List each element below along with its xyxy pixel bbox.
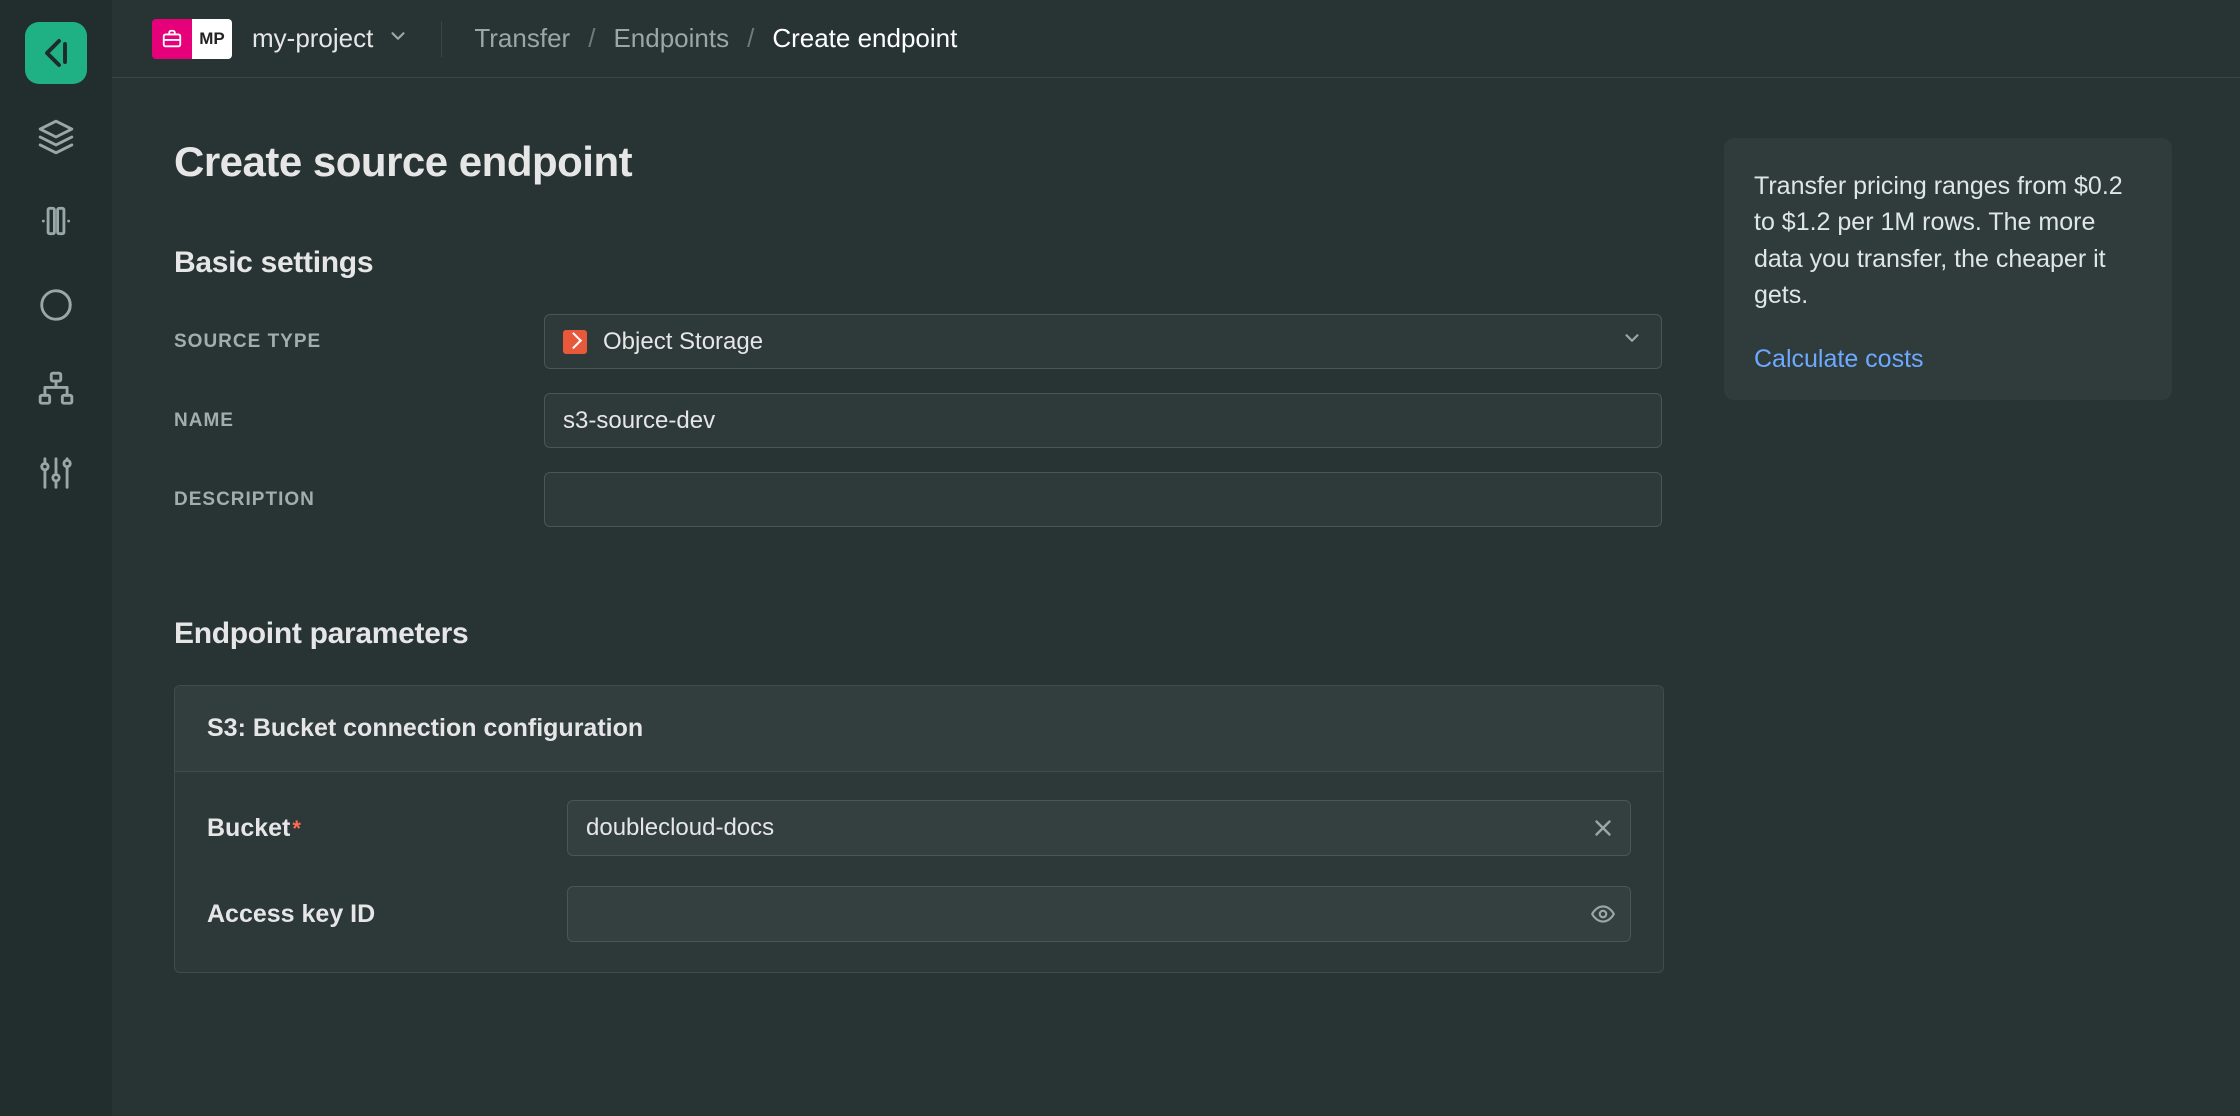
breadcrumb-separator: / — [588, 23, 595, 54]
calculate-costs-link[interactable]: Calculate costs — [1754, 345, 1924, 373]
sidebar-item-transfer[interactable] — [25, 274, 87, 336]
project-name: my-project — [252, 23, 373, 54]
sidebar-item-visualization[interactable] — [25, 190, 87, 252]
bucket-input[interactable] — [567, 800, 1631, 856]
sidebar-item-settings[interactable] — [25, 442, 87, 504]
endpoint-params-heading: Endpoint parameters — [174, 617, 1664, 651]
access-key-input[interactable] — [567, 886, 1631, 942]
breadcrumbs: Transfer / Endpoints / Create endpoint — [474, 23, 957, 54]
basic-settings-heading: Basic settings — [174, 246, 1664, 280]
page-title: Create source endpoint — [174, 138, 1664, 186]
clear-input-button[interactable] — [1589, 814, 1617, 842]
chevron-down-icon — [387, 23, 409, 54]
chevron-down-icon — [1621, 327, 1643, 356]
sidebar — [0, 0, 112, 1116]
breadcrumb-current: Create endpoint — [772, 23, 957, 54]
divider — [441, 21, 442, 57]
toggle-visibility-button[interactable] — [1589, 900, 1617, 928]
project-badge: MP — [152, 19, 232, 59]
name-label: Name — [174, 410, 544, 432]
breadcrumb-transfer[interactable]: Transfer — [474, 23, 570, 54]
briefcase-icon — [152, 19, 192, 59]
required-indicator: * — [292, 816, 301, 841]
source-type-value: Object Storage — [603, 328, 763, 356]
description-input[interactable] — [544, 472, 1662, 527]
pricing-info-text: Transfer pricing ranges from $0.2 to $1.… — [1754, 168, 2142, 313]
sidebar-item-topology[interactable] — [25, 358, 87, 420]
card-header: S3: Bucket connection configuration — [175, 686, 1663, 772]
source-type-select[interactable]: Object Storage — [544, 314, 1662, 369]
topbar: MP my-project Transfer / Endpoints / Cre… — [112, 0, 2240, 78]
breadcrumb-endpoints[interactable]: Endpoints — [613, 23, 729, 54]
breadcrumb-separator: / — [747, 23, 754, 54]
sidebar-item-clusters[interactable] — [25, 106, 87, 168]
description-label: Description — [174, 489, 544, 511]
bucket-label: Bucket* — [207, 814, 567, 843]
name-input[interactable] — [544, 393, 1662, 448]
object-storage-icon — [563, 330, 587, 354]
project-abbrev: MP — [192, 19, 232, 59]
main-content: MP my-project Transfer / Endpoints / Cre… — [112, 0, 2240, 1116]
pricing-info-card: Transfer pricing ranges from $0.2 to $1.… — [1724, 138, 2172, 400]
bucket-config-card: S3: Bucket connection configuration Buck… — [174, 685, 1664, 973]
source-type-label: Source type — [174, 331, 544, 353]
access-key-label: Access key ID — [207, 900, 567, 929]
app-logo[interactable] — [25, 22, 87, 84]
project-selector[interactable]: my-project — [252, 23, 409, 54]
